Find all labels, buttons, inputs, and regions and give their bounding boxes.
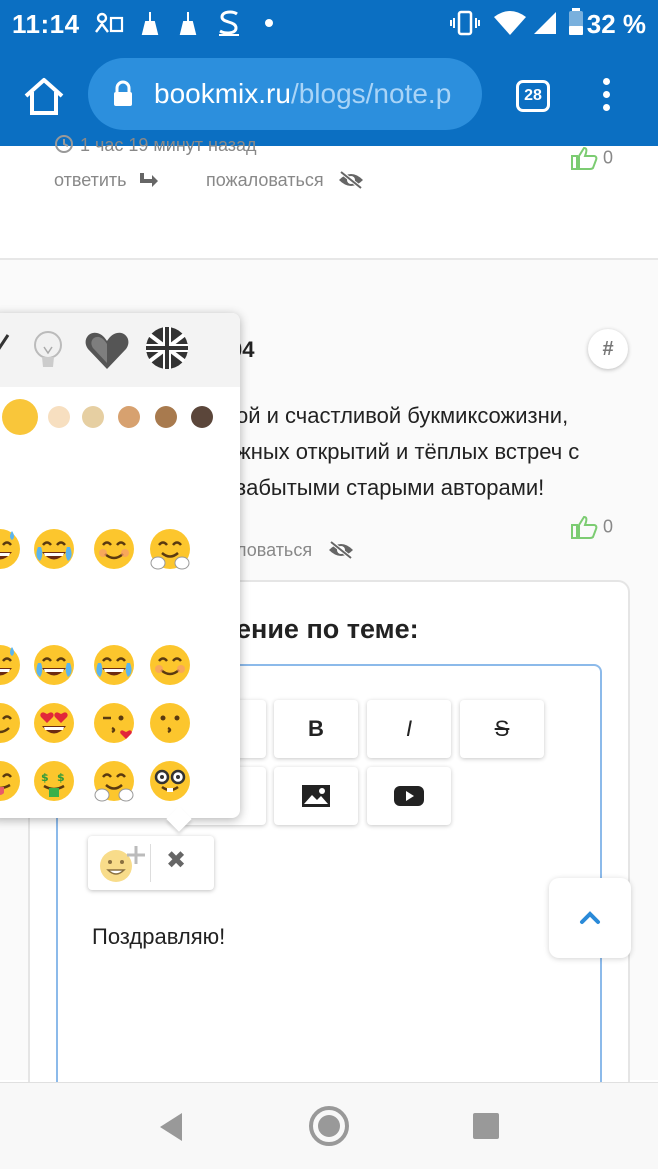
eye-off-icon: [338, 170, 363, 190]
like-count: 0: [603, 516, 614, 537]
comment-body: ой и счастливой букмиксожизни, жных откр…: [236, 398, 636, 506]
thinking-face-emoji[interactable]: [0, 527, 22, 571]
editor-content[interactable]: Поздравляю!: [92, 924, 225, 950]
skin-tone-option[interactable]: [2, 399, 38, 435]
permalink-button[interactable]: #: [588, 329, 628, 369]
overflow-menu-icon[interactable]: [600, 78, 612, 114]
comment-line: ой и счастливой букмиксожизни,: [236, 403, 569, 428]
system-nav-bar: [0, 1082, 658, 1169]
url-path: /blogs/note.p: [290, 78, 452, 109]
url-domain: bookmix.ru: [154, 78, 291, 109]
skin-tone-option[interactable]: [48, 406, 70, 428]
comment-time-text: 1 час 19 минут назад: [80, 135, 257, 155]
chevron-up-icon: [580, 911, 600, 924]
flag-icon[interactable]: [144, 325, 190, 371]
url-text: bookmix.ru/blogs/note.p: [154, 78, 451, 110]
hugging-face-emoji[interactable]: [92, 759, 136, 803]
insert-image-button[interactable]: [274, 767, 358, 825]
thumbs-up-icon: [571, 515, 598, 539]
wifi-icon: [494, 11, 526, 35]
like-button[interactable]: 0: [570, 145, 613, 171]
reply-form-title: ение по теме:: [236, 614, 419, 644]
comment-timestamp: 1 час 19 минут назад: [54, 134, 257, 156]
battery-icon: [569, 8, 583, 35]
scroll-to-top-button[interactable]: [549, 878, 631, 958]
report-label: пожаловаться: [206, 170, 324, 190]
comment-line: жных открытий и тёплых встреч с: [236, 439, 580, 464]
youtube-icon: [394, 786, 424, 806]
skin-tone-option[interactable]: [155, 406, 177, 428]
skin-tone-option[interactable]: [118, 406, 140, 428]
heart-eyes-face-emoji[interactable]: [32, 701, 76, 745]
divider: [150, 844, 151, 882]
battery-percent: 32 %: [586, 9, 646, 39]
image-icon: [302, 785, 330, 807]
hugging-face-emoji[interactable]: [148, 527, 192, 571]
dot-icon: [265, 19, 273, 27]
tongue-face-emoji[interactable]: [0, 759, 22, 803]
reply-arrow-icon: [139, 173, 158, 187]
thumbs-up-icon: [571, 146, 598, 170]
broom-icon: [179, 12, 197, 35]
rofl-face-emoji[interactable]: [92, 643, 136, 687]
nerd-face-emoji[interactable]: [148, 759, 192, 803]
emoji-toolbar: ✖: [88, 836, 214, 890]
skin-tone-option[interactable]: [82, 406, 104, 428]
report-link[interactable]: пожаловаться: [206, 170, 365, 191]
bold-button[interactable]: B: [274, 700, 358, 758]
report-label: ловаться: [236, 540, 313, 560]
browser-toolbar: bookmix.ru/blogs/note.p 28: [0, 46, 658, 146]
sweat-smile-face-emoji[interactable]: [0, 643, 22, 687]
heart-icon[interactable]: [84, 329, 130, 371]
reply-label: ответить: [54, 170, 127, 190]
like-count: 0: [603, 147, 614, 168]
lock-icon: [114, 80, 132, 106]
svg-text:$: $: [57, 771, 65, 784]
signal-icon: [534, 12, 556, 34]
money-mouth-face-emoji[interactable]: $ $: [32, 759, 76, 803]
like-button[interactable]: 0: [570, 514, 613, 540]
skin-tone-option[interactable]: [191, 406, 213, 428]
lightbulb-icon[interactable]: [30, 327, 66, 375]
smiling-face-emoji[interactable]: [148, 643, 192, 687]
kissing-heart-face-emoji[interactable]: [92, 701, 136, 745]
comment-line: забытыми старыми авторами!: [236, 475, 545, 500]
recents-icon[interactable]: [472, 1112, 500, 1140]
wink-face-emoji[interactable]: [0, 701, 22, 745]
joy-face-emoji[interactable]: [32, 527, 76, 571]
s-logo-icon: [219, 10, 239, 36]
people-icon: [95, 12, 124, 33]
joy-face-emoji[interactable]: [32, 643, 76, 687]
kissing-face-emoji[interactable]: [148, 701, 192, 745]
close-emoji-button[interactable]: ✖: [166, 846, 186, 875]
add-emoji-icon[interactable]: [98, 842, 150, 884]
insert-video-button[interactable]: [367, 767, 451, 825]
vibrate-icon: [450, 10, 480, 36]
back-icon[interactable]: [156, 1111, 186, 1143]
url-bar[interactable]: bookmix.ru/blogs/note.p: [88, 58, 482, 130]
tab-switcher-button[interactable]: 28: [516, 80, 550, 112]
smiling-face-emoji[interactable]: [92, 527, 136, 571]
emoji-picker: $ $: [0, 313, 240, 818]
home-icon[interactable]: [22, 76, 66, 116]
status-time: 11:14: [12, 9, 80, 39]
status-bar: 11:14 32 %: [0, 0, 658, 46]
strikethrough-button[interactable]: S: [460, 700, 544, 758]
home-nav-icon[interactable]: [308, 1105, 350, 1147]
emoji-categories: [0, 313, 240, 387]
svg-text:$: $: [41, 771, 49, 784]
report-link[interactable]: ловаться: [236, 540, 355, 561]
reply-link[interactable]: ответить: [54, 170, 160, 191]
broom-icon: [141, 12, 159, 35]
clock-icon: [55, 135, 73, 153]
italic-button[interactable]: I: [367, 700, 451, 758]
eye-off-icon: [329, 540, 354, 560]
rocket-icon[interactable]: [0, 329, 12, 369]
